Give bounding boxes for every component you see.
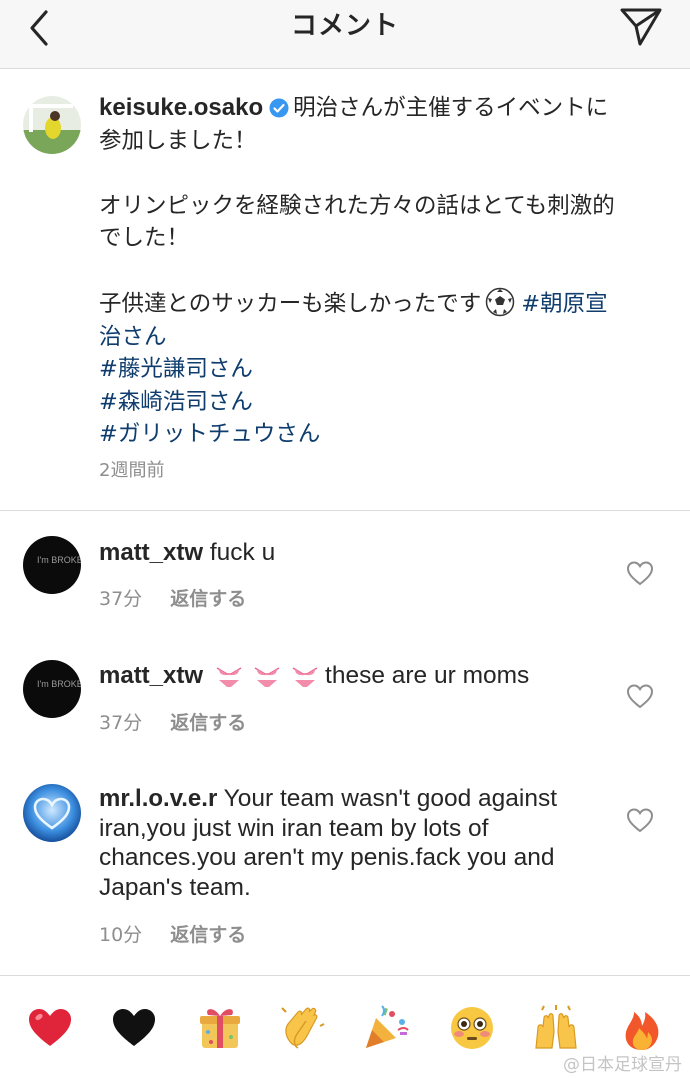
- flushed-face-icon[interactable]: [448, 1004, 496, 1052]
- avatar[interactable]: [23, 96, 81, 154]
- comment-timestamp: 10分: [99, 924, 143, 946]
- watermark: @日本足球宣丹: [563, 1055, 682, 1075]
- post-caption-block: keisuke.osako 明治さんが主催するイベントに参加しました！ オリンピッ…: [0, 68, 690, 511]
- reply-button[interactable]: 返信する: [170, 712, 246, 734]
- blue-heart-icon: [23, 784, 81, 842]
- clapping-hands-icon[interactable]: [278, 1004, 326, 1052]
- avatar[interactable]: I'm BROKEN: [23, 536, 81, 594]
- party-popper-icon[interactable]: [362, 1004, 410, 1052]
- soccer-ball-icon: [486, 287, 515, 317]
- wrapped-gift-icon[interactable]: [196, 1004, 244, 1052]
- comment-username[interactable]: matt_xtw: [99, 662, 203, 689]
- post-caption: keisuke.osako 明治さんが主催するイベントに参加しました！ オリンピッ…: [99, 92, 619, 451]
- black-heart-icon[interactable]: [110, 1004, 158, 1052]
- comment-username[interactable]: matt_xtw: [99, 539, 203, 566]
- comment-item: I'm BROKEN matt_xtw fuck u 37分 返信する: [0, 510, 690, 630]
- avatar[interactable]: I'm BROKEN: [23, 660, 81, 718]
- avatar-text: I'm BROKEN: [37, 555, 81, 565]
- comment-item: I'm BROKEN matt_xtw these are ur moms 37分…: [0, 630, 690, 754]
- post-username[interactable]: keisuke.osako: [99, 94, 263, 121]
- comment-meta: 37分 返信する: [99, 708, 246, 735]
- like-heart-icon[interactable]: [626, 560, 654, 586]
- reply-button[interactable]: 返信する: [170, 588, 246, 610]
- header-bar: コメント: [0, 0, 690, 69]
- red-heart-icon[interactable]: [26, 1004, 74, 1052]
- comment-username[interactable]: mr.l.o.v.e.r: [99, 785, 217, 812]
- avatar[interactable]: [23, 784, 81, 842]
- bikini-icon: [254, 667, 280, 687]
- bikini-icon: [216, 667, 242, 687]
- caption-line-2: オリンピックを経験された方々の話はとても刺激的でした！: [99, 192, 615, 252]
- comment-body: these are ur moms: [325, 662, 530, 689]
- comment-meta: 10分 返信する: [99, 920, 246, 947]
- hashtag-link[interactable]: #ガリットチュウさん: [99, 421, 320, 447]
- comment-meta: 37分 返信する: [99, 584, 246, 611]
- hashtag-link[interactable]: #藤光謙司さん: [99, 356, 253, 382]
- fire-icon[interactable]: [618, 1004, 666, 1052]
- post-timestamp: 2週間前: [99, 460, 165, 481]
- comment-body: fuck u: [209, 539, 276, 566]
- verified-badge-icon: [269, 98, 289, 118]
- like-heart-icon[interactable]: [626, 683, 654, 709]
- raising-hands-icon[interactable]: [532, 1004, 580, 1052]
- caption-line-3: 子供達とのサッカーも楽しかったです: [99, 291, 482, 317]
- comment-text: matt_xtw fuck u: [99, 538, 599, 568]
- hashtag-link[interactable]: #森崎浩司さん: [99, 389, 253, 415]
- comment-timestamp: 37分: [99, 712, 143, 734]
- bikini-icon: [292, 667, 318, 687]
- like-heart-icon[interactable]: [626, 807, 654, 833]
- paper-plane-icon[interactable]: [618, 4, 664, 48]
- comment-text: matt_xtw these are ur moms: [99, 661, 639, 691]
- avatar-text: I'm BROKEN: [37, 679, 81, 689]
- page-title: コメント: [290, 11, 399, 41]
- comment-item: mr.l.o.v.e.r Your team wasn't good again…: [0, 754, 690, 975]
- comment-text: mr.l.o.v.e.r Your team wasn't good again…: [99, 784, 599, 902]
- comment-timestamp: 37分: [99, 588, 143, 610]
- reply-button[interactable]: 返信する: [170, 924, 246, 946]
